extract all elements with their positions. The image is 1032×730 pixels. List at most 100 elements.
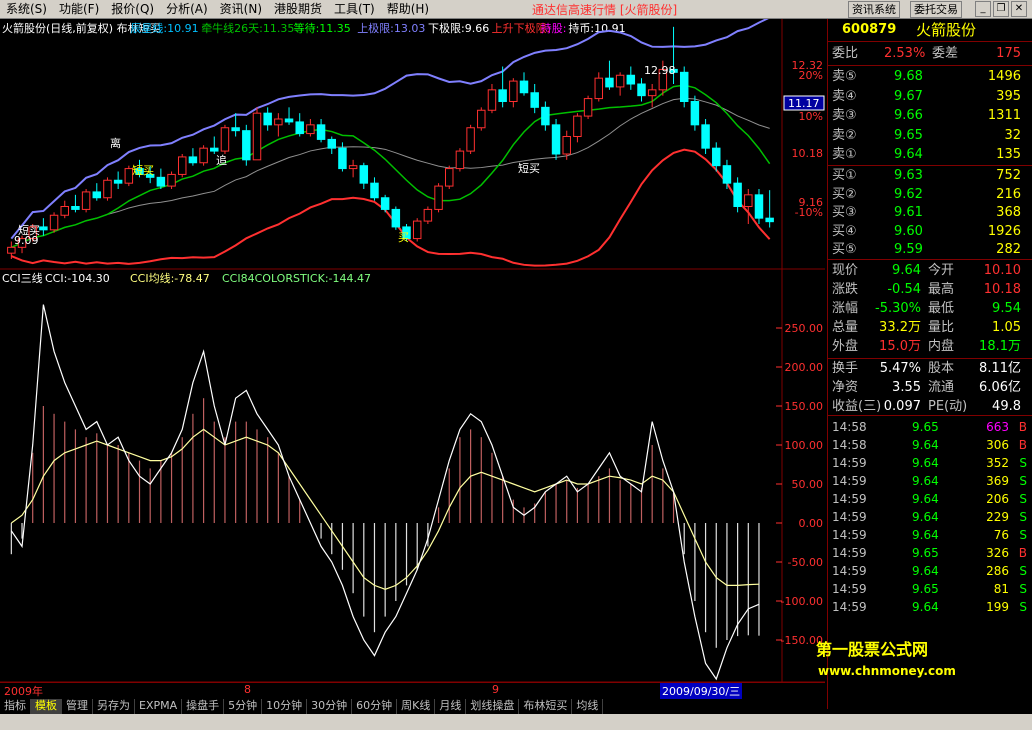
menu-item-1[interactable]: 功能(F) (53, 0, 105, 18)
stock-name: 火箭股份 (916, 21, 977, 39)
watermark-title: 第一股票公式网 (816, 640, 929, 659)
tick-row: 14:58 9.65 663 B (832, 420, 1027, 434)
info-system-button[interactable]: 资讯系统 (848, 1, 900, 18)
candle (81, 189, 91, 213)
menu-item-2[interactable]: 报价(Q) (105, 0, 160, 18)
buy-level-4[interactable]: 买④ 9.60 1926 (828, 223, 1032, 241)
toolbar-btn-11[interactable]: 月线 (435, 698, 467, 714)
candle (199, 145, 208, 166)
cci-axis-label: 50.00 (792, 478, 824, 491)
toolbar-btn-2[interactable]: 管理 (62, 698, 93, 714)
watermark-url: www.chnmoney.com (818, 664, 956, 678)
menu-item-5[interactable]: 港股期货 (268, 0, 328, 18)
candle (156, 168, 166, 189)
sell-level-1[interactable]: 卖① 9.64 135 (828, 146, 1032, 164)
price-axis-label: -10% (795, 206, 823, 219)
stat2-row: 收益(三) 0.097 PE(动) 49.8 (832, 399, 1021, 414)
toolbar-btn-14[interactable]: 均线 (572, 698, 604, 714)
candle (284, 107, 294, 125)
candle (423, 206, 433, 224)
candle (306, 119, 315, 137)
candle (316, 119, 326, 143)
toolbar-btn-0[interactable]: 指标 (0, 698, 31, 714)
main-header-item-1: 辰星线:10.91 (130, 21, 198, 35)
candle (541, 101, 550, 131)
candle (113, 171, 123, 189)
candle (551, 119, 561, 160)
restore-icon[interactable]: ❐ (993, 1, 1009, 17)
toolbar-btn-13[interactable]: 布林短买 (519, 698, 573, 714)
toolbar-btn-4[interactable]: EXPMA (135, 698, 183, 714)
toolbar-btn-10[interactable]: 周K线 (397, 698, 436, 714)
stat-row: 涨跌 -0.54 最高 10.18 (832, 282, 1021, 297)
buy-level-5[interactable]: 买⑤ 9.59 282 (828, 241, 1032, 259)
candle (252, 107, 262, 161)
buy-level-3[interactable]: 买③ 9.61 368 (828, 204, 1032, 222)
cci-axis-label: 200.00 (785, 361, 824, 374)
tick-row: 14:59 9.64 199 S (832, 600, 1027, 614)
menu-item-3[interactable]: 分析(A) (160, 0, 214, 18)
stock-header: 600879 火箭股份 (828, 21, 1032, 39)
candle (615, 72, 625, 96)
stat-row: 外盘 15.0万 内盘 18.1万 (832, 339, 1021, 354)
close-icon[interactable]: ✕ (1011, 1, 1027, 17)
tick-row: 14:59 9.65 326 B (832, 546, 1027, 560)
toolbar-btn-3[interactable]: 另存为 (93, 698, 135, 714)
toolbar-btn-6[interactable]: 5分钟 (224, 698, 263, 714)
cci-chart-grid (776, 327, 782, 641)
price-axis-label: 10% (799, 110, 823, 123)
trade-button[interactable]: 委托交易 (910, 1, 962, 18)
candle (466, 124, 475, 154)
main-header-item-5: 下极限:9.66 (428, 21, 489, 35)
sell-level-4[interactable]: 卖④ 9.67 395 (828, 88, 1032, 106)
sell-level-2[interactable]: 卖② 9.65 32 (828, 127, 1032, 145)
stat-row: 总量 33.2万 量比 1.05 (832, 320, 1021, 335)
candle (60, 200, 69, 219)
candle (477, 107, 486, 131)
buy-level-2[interactable]: 买② 9.62 216 (828, 186, 1032, 204)
toolbar-btn-9[interactable]: 60分钟 (352, 698, 398, 714)
candle (242, 124, 251, 166)
sell-level-5[interactable]: 卖⑤ 9.68 1496 (828, 68, 1032, 86)
date-month-9: 9 (492, 683, 499, 696)
annotation-label: 12.98 (644, 64, 676, 77)
cci-axis-label: -50.00 (788, 556, 823, 569)
toolbar-btn-1[interactable]: 模板 (31, 698, 62, 714)
price-box-label: 11.17 (788, 97, 820, 110)
annotation-label: 追 (216, 153, 227, 167)
chart-area[interactable]: 火箭股份(日线,前复权) 布林短买辰星线:10.91 牵牛线26天:11.35 等待… (0, 19, 825, 682)
candle (690, 95, 700, 131)
candle (583, 95, 593, 119)
toolbar-btn-7[interactable]: 10分钟 (262, 698, 308, 714)
cci-header-item-2: CCI均线:-78.47 (130, 271, 210, 285)
candle (348, 159, 358, 178)
menu-item-0[interactable]: 系统(S) (0, 0, 53, 18)
candle (573, 113, 582, 143)
bottom-toolbar: 指标 模板 管理 另存为 EXPMA 操盘手 5分钟 10分钟 30分钟 60分钟 周K线 月线 划线操… (0, 698, 825, 714)
candle (327, 136, 336, 154)
candle (71, 194, 80, 213)
sell-level-3[interactable]: 卖③ 9.66 1311 (828, 107, 1032, 125)
stat-row: 涨幅 -5.30% 最低 9.54 (832, 301, 1021, 316)
cci-axis-label: -100.00 (781, 595, 823, 608)
candle (274, 113, 283, 137)
toolbar-btn-8[interactable]: 30分钟 (307, 698, 353, 714)
date-current: 2009/09/30/三 (660, 683, 743, 699)
candle (39, 218, 48, 236)
cci-axis: 250.00 200.00 150.00 100.00 50.00 0.00 -50.00 -… (781, 322, 823, 647)
candle (210, 136, 219, 154)
price-axis: 12.3220%11.1710%10.189.16-10%11.17 (783, 59, 825, 219)
stock-code: 600879 (842, 22, 897, 37)
toolbar-btn-5[interactable]: 操盘手 (182, 698, 225, 714)
buy-level-1[interactable]: 买① 9.63 752 (828, 167, 1032, 185)
cci-chart-header: CCI三线 CCI:-104.30 CCI均线:-78.47 CCI84COLORST… (2, 271, 371, 285)
menu-item-6[interactable]: 工具(T) (328, 0, 381, 18)
tick-row: 14:59 9.64 369 S (832, 474, 1027, 488)
menu-item-7[interactable]: 帮助(H) (381, 0, 435, 18)
minimize-icon[interactable]: _ (975, 1, 991, 17)
toolbar-btn-12[interactable]: 划线操盘 (466, 698, 520, 714)
menu-item-4[interactable]: 资讯(N) (214, 0, 268, 18)
cci-axis-label: 0.00 (799, 517, 824, 530)
stat2-row: 换手 5.47% 股本 8.11亿 (832, 361, 1021, 376)
upper-band-line (10, 19, 769, 240)
